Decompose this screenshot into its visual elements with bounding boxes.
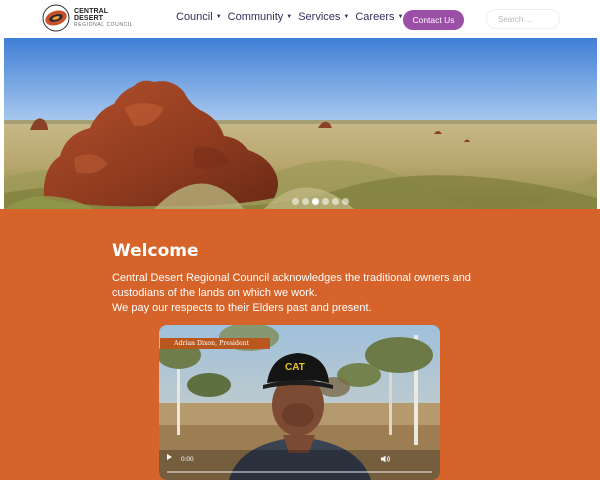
cap-logo-text: CAT: [285, 362, 305, 373]
search-input[interactable]: [486, 9, 560, 29]
site-logo[interactable]: CENTRAL DESERT REGIONAL COUNCIL: [42, 4, 138, 32]
contact-us-button[interactable]: Contact Us: [403, 10, 464, 30]
chevron-down-icon: ▼: [286, 14, 293, 20]
nav-careers[interactable]: Careers ▼: [355, 11, 403, 23]
acknowledgement-line: Central Desert Regional Council acknowle…: [112, 272, 471, 284]
slider-dot[interactable]: [292, 198, 299, 205]
nav-council[interactable]: Council ▼: [176, 11, 222, 23]
logo-emblem-icon: [42, 4, 70, 32]
nav-careers-label: Careers: [355, 11, 395, 23]
chevron-down-icon: ▼: [215, 14, 222, 20]
slider-dots: [292, 198, 349, 205]
logo-wordmark: CENTRAL DESERT REGIONAL COUNCIL: [74, 8, 138, 28]
play-icon[interactable]: [167, 454, 172, 460]
slider-dot[interactable]: [332, 198, 339, 205]
nav-community-label: Community: [227, 11, 284, 23]
nav-council-label: Council: [176, 11, 213, 23]
logo-line-1: CENTRAL DESERT: [74, 8, 109, 22]
nav-services[interactable]: Services ▼: [298, 11, 349, 23]
hero-slider[interactable]: [4, 38, 597, 209]
nav-services-label: Services: [298, 11, 341, 23]
welcome-heading: Welcome: [112, 241, 199, 261]
site-header: CENTRAL DESERT REGIONAL COUNCIL Council …: [0, 0, 600, 37]
slider-dot[interactable]: [322, 198, 329, 205]
acknowledgement-line: We pay our respects to their Elders past…: [112, 302, 372, 314]
video-progress-bar[interactable]: [167, 471, 432, 473]
main-nav: Council ▼ Community ▼ Services ▼ Careers…: [176, 11, 409, 23]
acknowledgement-line: custodians of the lands on which we work…: [112, 287, 318, 299]
slider-dot-active[interactable]: [312, 198, 319, 205]
hero-landscape-image: [4, 38, 597, 209]
logo-line-2: REGIONAL COUNCIL: [74, 22, 134, 28]
volume-icon[interactable]: [381, 455, 391, 463]
welcome-video[interactable]: CAT Adrian Dixon, President 0:00: [159, 325, 440, 480]
acknowledgement-text: Central Desert Regional Council acknowle…: [112, 271, 512, 316]
video-timecode: 0:00: [181, 456, 194, 463]
slider-dot[interactable]: [342, 198, 349, 205]
video-caption: Adrian Dixon, President: [160, 338, 270, 349]
nav-community[interactable]: Community ▼: [228, 11, 293, 23]
slider-dot[interactable]: [302, 198, 309, 205]
chevron-down-icon: ▼: [343, 14, 350, 20]
